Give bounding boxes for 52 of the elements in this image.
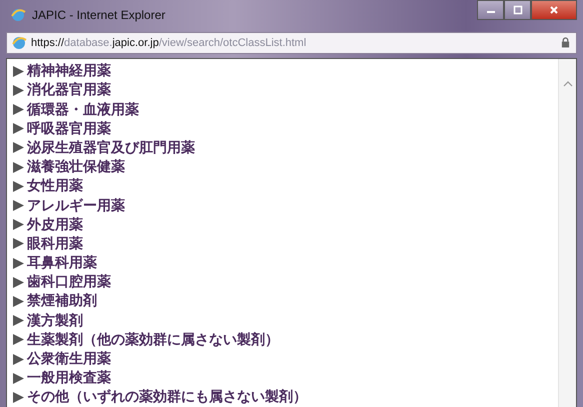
url-text: https:// (31, 36, 64, 49)
triangle-icon (13, 315, 24, 326)
address-bar[interactable]: https://database.japic.or.jp/view/search/otcClassList.html (6, 32, 577, 54)
triangle-icon (13, 238, 24, 250)
triangle-icon (13, 276, 24, 288)
window-title: JAPIC - Internet Explorer (32, 8, 166, 22)
triangle-icon (13, 372, 24, 384)
triangle-icon (13, 84, 24, 96)
triangle-icon (13, 354, 24, 365)
category-link[interactable]: 一般用検査薬 (27, 371, 111, 386)
lock-icon (561, 37, 570, 48)
category-link[interactable]: 歯科口腔用薬 (27, 275, 111, 290)
triangle-icon (13, 219, 24, 230)
category-link[interactable]: 泌尿生殖器官及び肛門用薬 (27, 140, 195, 155)
url-text: japic.or.jp (112, 36, 159, 49)
browser-logo-icon (10, 6, 26, 23)
category-link[interactable]: 漢方製剤 (27, 314, 83, 328)
triangle-icon (13, 123, 24, 134)
category-link[interactable]: 公衆衛生用薬 (27, 352, 111, 366)
close-icon (549, 5, 559, 15)
category-link[interactable]: 消化器官用薬 (27, 83, 111, 98)
close-button[interactable] (531, 0, 577, 20)
category-link[interactable]: 眼科用薬 (27, 236, 83, 251)
category-link[interactable]: 女性用薬 (27, 179, 83, 194)
triangle-icon (13, 392, 24, 403)
triangle-icon (13, 258, 24, 269)
category-link[interactable]: 耳鼻科用薬 (27, 256, 97, 270)
category-link[interactable]: 滋養強壮保健薬 (27, 160, 125, 174)
triangle-icon (13, 162, 24, 173)
scroll-up-icon[interactable] (562, 80, 572, 87)
category-link[interactable]: 生薬製剤（他の薬効群に属さない製剤） (27, 332, 279, 347)
triangle-icon (13, 142, 24, 154)
maximize-button[interactable] (504, 0, 531, 20)
triangle-icon (13, 296, 24, 307)
maximize-icon (512, 5, 522, 15)
url-text: /view/search/otcClassList.html (158, 36, 306, 49)
triangle-icon (13, 334, 24, 346)
triangle-icon (13, 180, 24, 192)
triangle-icon (13, 200, 24, 212)
category-link[interactable]: 禁煙補助剤 (27, 294, 97, 308)
minimize-button[interactable] (477, 0, 504, 20)
category-link[interactable]: 循環器・血液用薬 (27, 102, 139, 117)
scrollbar[interactable] (558, 58, 576, 407)
browser-logo-icon (11, 34, 27, 51)
triangle-icon (13, 66, 24, 77)
url-text: database. (64, 36, 112, 49)
category-link[interactable]: その他（いずれの薬効群にも属さない製剤） (27, 390, 307, 404)
category-link[interactable]: 精神神経用薬 (27, 64, 111, 78)
category-link[interactable]: アレルギー用薬 (27, 198, 125, 213)
triangle-icon (13, 104, 24, 116)
category-link[interactable]: 呼吸器官用薬 (27, 122, 111, 136)
category-link[interactable]: 外皮用薬 (27, 218, 83, 232)
